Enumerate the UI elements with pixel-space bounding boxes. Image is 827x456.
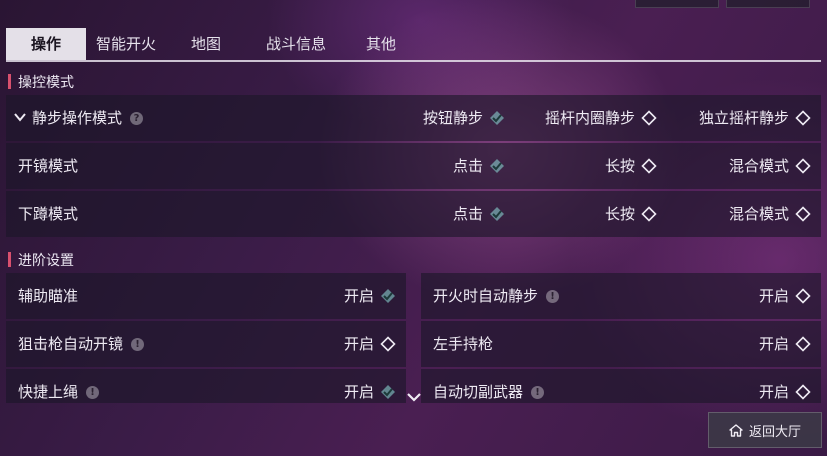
option-button-stealth[interactable]: 按钮静步 — [423, 95, 505, 141]
info-icon[interactable]: ! — [531, 386, 545, 399]
setting-toggle[interactable]: 开启 — [759, 369, 811, 403]
diamond-icon — [795, 336, 811, 352]
setting-auto-switch-secondary[interactable]: 自动切副武器! 开启 — [421, 369, 821, 403]
setting-label: 自动切副武器! — [433, 369, 545, 403]
diamond-icon — [380, 336, 396, 352]
tab-smart-fire[interactable]: 智能开火 — [86, 28, 166, 60]
option-independent-joystick-stealth[interactable]: 独立摇杆静步 — [699, 95, 811, 141]
tab-underline — [6, 60, 821, 62]
checked-diamond-icon — [490, 207, 504, 221]
control-row-scope: 开镜模式 点击 长按 混合模式 — [6, 143, 821, 189]
setting-label: 辅助瞄准 — [18, 287, 79, 305]
checked-diamond-icon — [381, 385, 395, 399]
setting-toggle[interactable]: 开启 — [344, 321, 396, 367]
row-label: 静步操作模式? — [32, 95, 144, 141]
section-title-control: 操控模式 — [8, 72, 74, 92]
option-joystick-inner-stealth[interactable]: 摇杆内圈静步 — [545, 95, 657, 141]
info-icon[interactable]: ! — [546, 290, 560, 303]
setting-toggle[interactable]: 开启 — [759, 273, 811, 319]
setting-sniper-auto-scope[interactable]: 狙击枪自动开镜! 开启 — [6, 321, 406, 367]
info-icon[interactable]: ! — [131, 338, 145, 351]
chevron-down-icon[interactable] — [406, 391, 422, 403]
top-button-2[interactable] — [726, 0, 810, 8]
setting-toggle[interactable]: 开启 — [344, 273, 396, 319]
setting-label: 快捷上绳! — [18, 369, 100, 403]
setting-quick-rope[interactable]: 快捷上绳! 开启 — [6, 369, 406, 403]
tab-map[interactable]: 地图 — [166, 28, 246, 60]
checked-diamond-icon — [381, 289, 395, 303]
setting-label: 开火时自动静步! — [433, 273, 560, 319]
checked-diamond-icon — [490, 111, 504, 125]
checked-diamond-icon — [490, 159, 504, 173]
chevron-down-icon[interactable] — [14, 112, 26, 122]
return-lobby-button[interactable]: 返回大厅 — [708, 412, 822, 448]
diamond-icon — [641, 158, 657, 174]
setting-toggle[interactable]: 开启 — [759, 321, 811, 367]
setting-aim-assist[interactable]: 辅助瞄准 开启 — [6, 273, 406, 319]
control-row-crouch: 下蹲模式 点击 长按 混合模式 — [6, 191, 821, 237]
diamond-icon — [641, 110, 657, 126]
diamond-icon — [795, 110, 811, 126]
setting-auto-stealth-fire[interactable]: 开火时自动静步! 开启 — [421, 273, 821, 319]
setting-label: 左手持枪 — [433, 335, 494, 353]
diamond-icon — [795, 158, 811, 174]
control-row-stealth: 静步操作模式? 按钮静步 摇杆内圈静步 独立摇杆静步 — [6, 95, 821, 141]
tab-other[interactable]: 其他 — [346, 28, 416, 60]
section-title-advanced: 进阶设置 — [8, 250, 74, 270]
setting-label: 狙击枪自动开镜! — [18, 321, 145, 367]
return-lobby-label: 返回大厅 — [748, 424, 801, 440]
help-icon[interactable]: ? — [130, 112, 144, 125]
setting-toggle[interactable]: 开启 — [344, 369, 396, 403]
setting-left-hand[interactable]: 左手持枪 开启 — [421, 321, 821, 367]
option-tap[interactable]: 点击 — [453, 191, 505, 237]
diamond-icon — [795, 206, 811, 222]
diamond-icon — [795, 384, 811, 400]
tab-battle-info[interactable]: 战斗信息 — [246, 28, 346, 60]
top-button-1[interactable] — [635, 0, 719, 8]
diamond-icon — [795, 288, 811, 304]
option-hold[interactable]: 长按 — [605, 191, 657, 237]
row-label: 开镜模式 — [18, 157, 79, 175]
home-icon — [729, 423, 743, 437]
diamond-icon — [641, 206, 657, 222]
option-tap[interactable]: 点击 — [453, 143, 505, 189]
option-mixed[interactable]: 混合模式 — [729, 143, 811, 189]
option-mixed[interactable]: 混合模式 — [729, 191, 811, 237]
option-hold[interactable]: 长按 — [605, 143, 657, 189]
tab-bar: 操作 智能开火 地图 战斗信息 其他 — [6, 28, 416, 60]
tab-operation[interactable]: 操作 — [6, 28, 86, 60]
info-icon[interactable]: ! — [86, 386, 100, 399]
row-label: 下蹲模式 — [18, 205, 79, 223]
